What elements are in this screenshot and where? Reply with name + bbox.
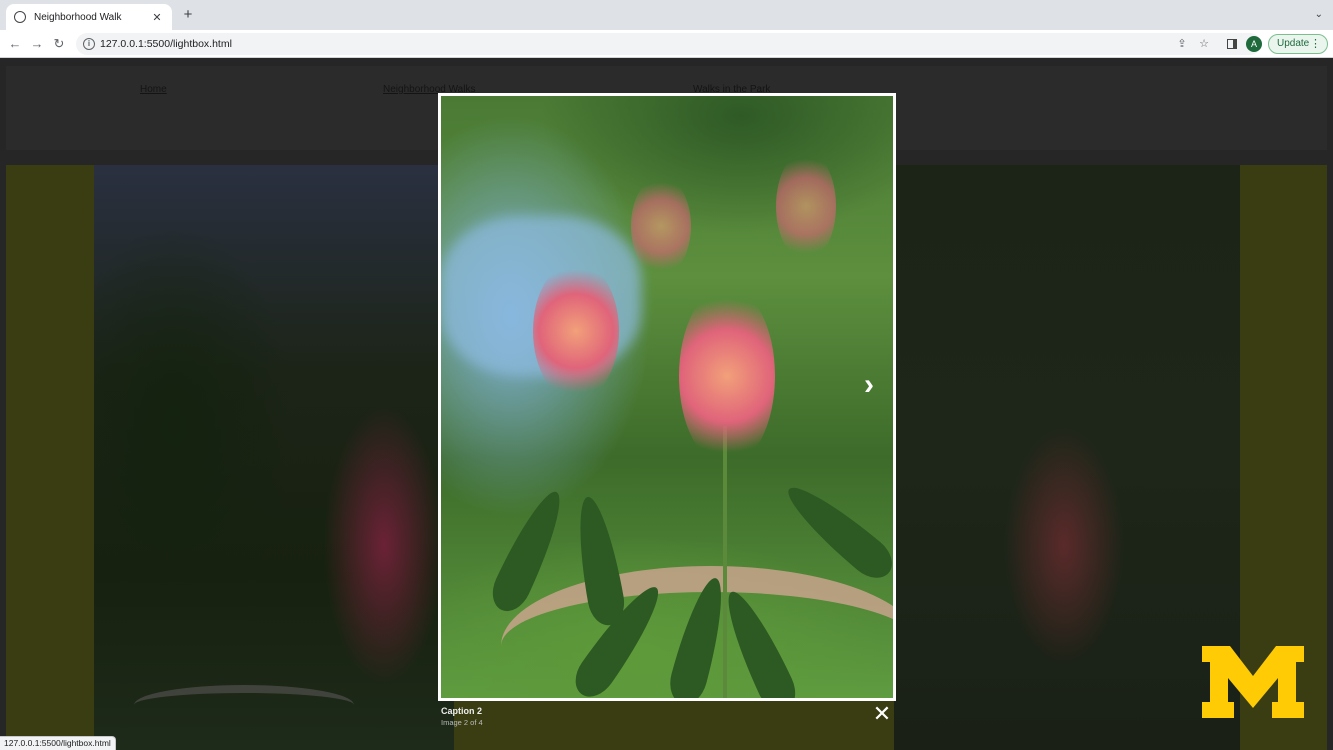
- update-button[interactable]: Update ⋮: [1268, 34, 1328, 54]
- tab-close-icon[interactable]: ✕: [150, 11, 164, 24]
- image-back-blossom: [631, 176, 691, 276]
- block-m-logo: [1202, 646, 1304, 718]
- side-panel-icon[interactable]: [1227, 39, 1237, 49]
- browser-tab-bar: Neighborhood Walk ✕ + ⌄: [0, 0, 1333, 30]
- status-bar-url: 127.0.0.1:5500/lightbox.html: [0, 736, 116, 750]
- back-arrow-icon[interactable]: ←: [7, 36, 23, 52]
- gallery-photo-path: [134, 685, 354, 725]
- new-tab-button[interactable]: +: [180, 7, 196, 23]
- next-image-icon[interactable]: ›: [864, 370, 884, 400]
- globe-icon: [14, 11, 26, 23]
- browser-toolbar: ← → ↻ i 127.0.0.1:5500/lightbox.html ⇪ ☆…: [0, 30, 1333, 58]
- nav-link-home[interactable]: Home: [140, 84, 167, 95]
- bookmark-star-icon[interactable]: ☆: [1197, 37, 1211, 50]
- close-icon[interactable]: ✕: [872, 703, 892, 725]
- page-content: Home Neighborhood Walks Walks in the Par…: [0, 58, 1333, 750]
- browser-tab[interactable]: Neighborhood Walk ✕: [6, 4, 172, 30]
- lightbox-image: [441, 96, 893, 698]
- share-icon[interactable]: ⇪: [1175, 37, 1189, 50]
- image-stem: [723, 426, 727, 698]
- lightbox-frame: [438, 93, 896, 701]
- gallery-photo-trees[interactable]: [94, 165, 454, 750]
- lightbox-caption: Caption 2: [441, 706, 483, 716]
- image-left-blossom: [533, 261, 619, 401]
- tab-search-chevron-icon[interactable]: ⌄: [1315, 9, 1323, 20]
- profile-avatar[interactable]: A: [1246, 36, 1262, 52]
- site-info-icon[interactable]: i: [83, 38, 95, 50]
- reload-icon[interactable]: ↻: [51, 36, 67, 52]
- lightbox-image-counter: Image 2 of 4: [441, 718, 483, 727]
- image-main-blossom: [679, 286, 775, 466]
- image-leaf: [777, 475, 893, 587]
- gallery-photo-blossoms[interactable]: [894, 165, 1240, 750]
- update-label: Update: [1277, 38, 1310, 49]
- browser-menu-icon[interactable]: ⋮: [1310, 35, 1321, 53]
- forward-arrow-icon[interactable]: →: [29, 36, 45, 52]
- tab-title: Neighborhood Walk: [34, 11, 122, 23]
- address-bar[interactable]: i 127.0.0.1:5500/lightbox.html ⇪ ☆: [76, 33, 1261, 55]
- url-text[interactable]: 127.0.0.1:5500/lightbox.html: [100, 38, 232, 50]
- image-back-blossom: [776, 151, 836, 261]
